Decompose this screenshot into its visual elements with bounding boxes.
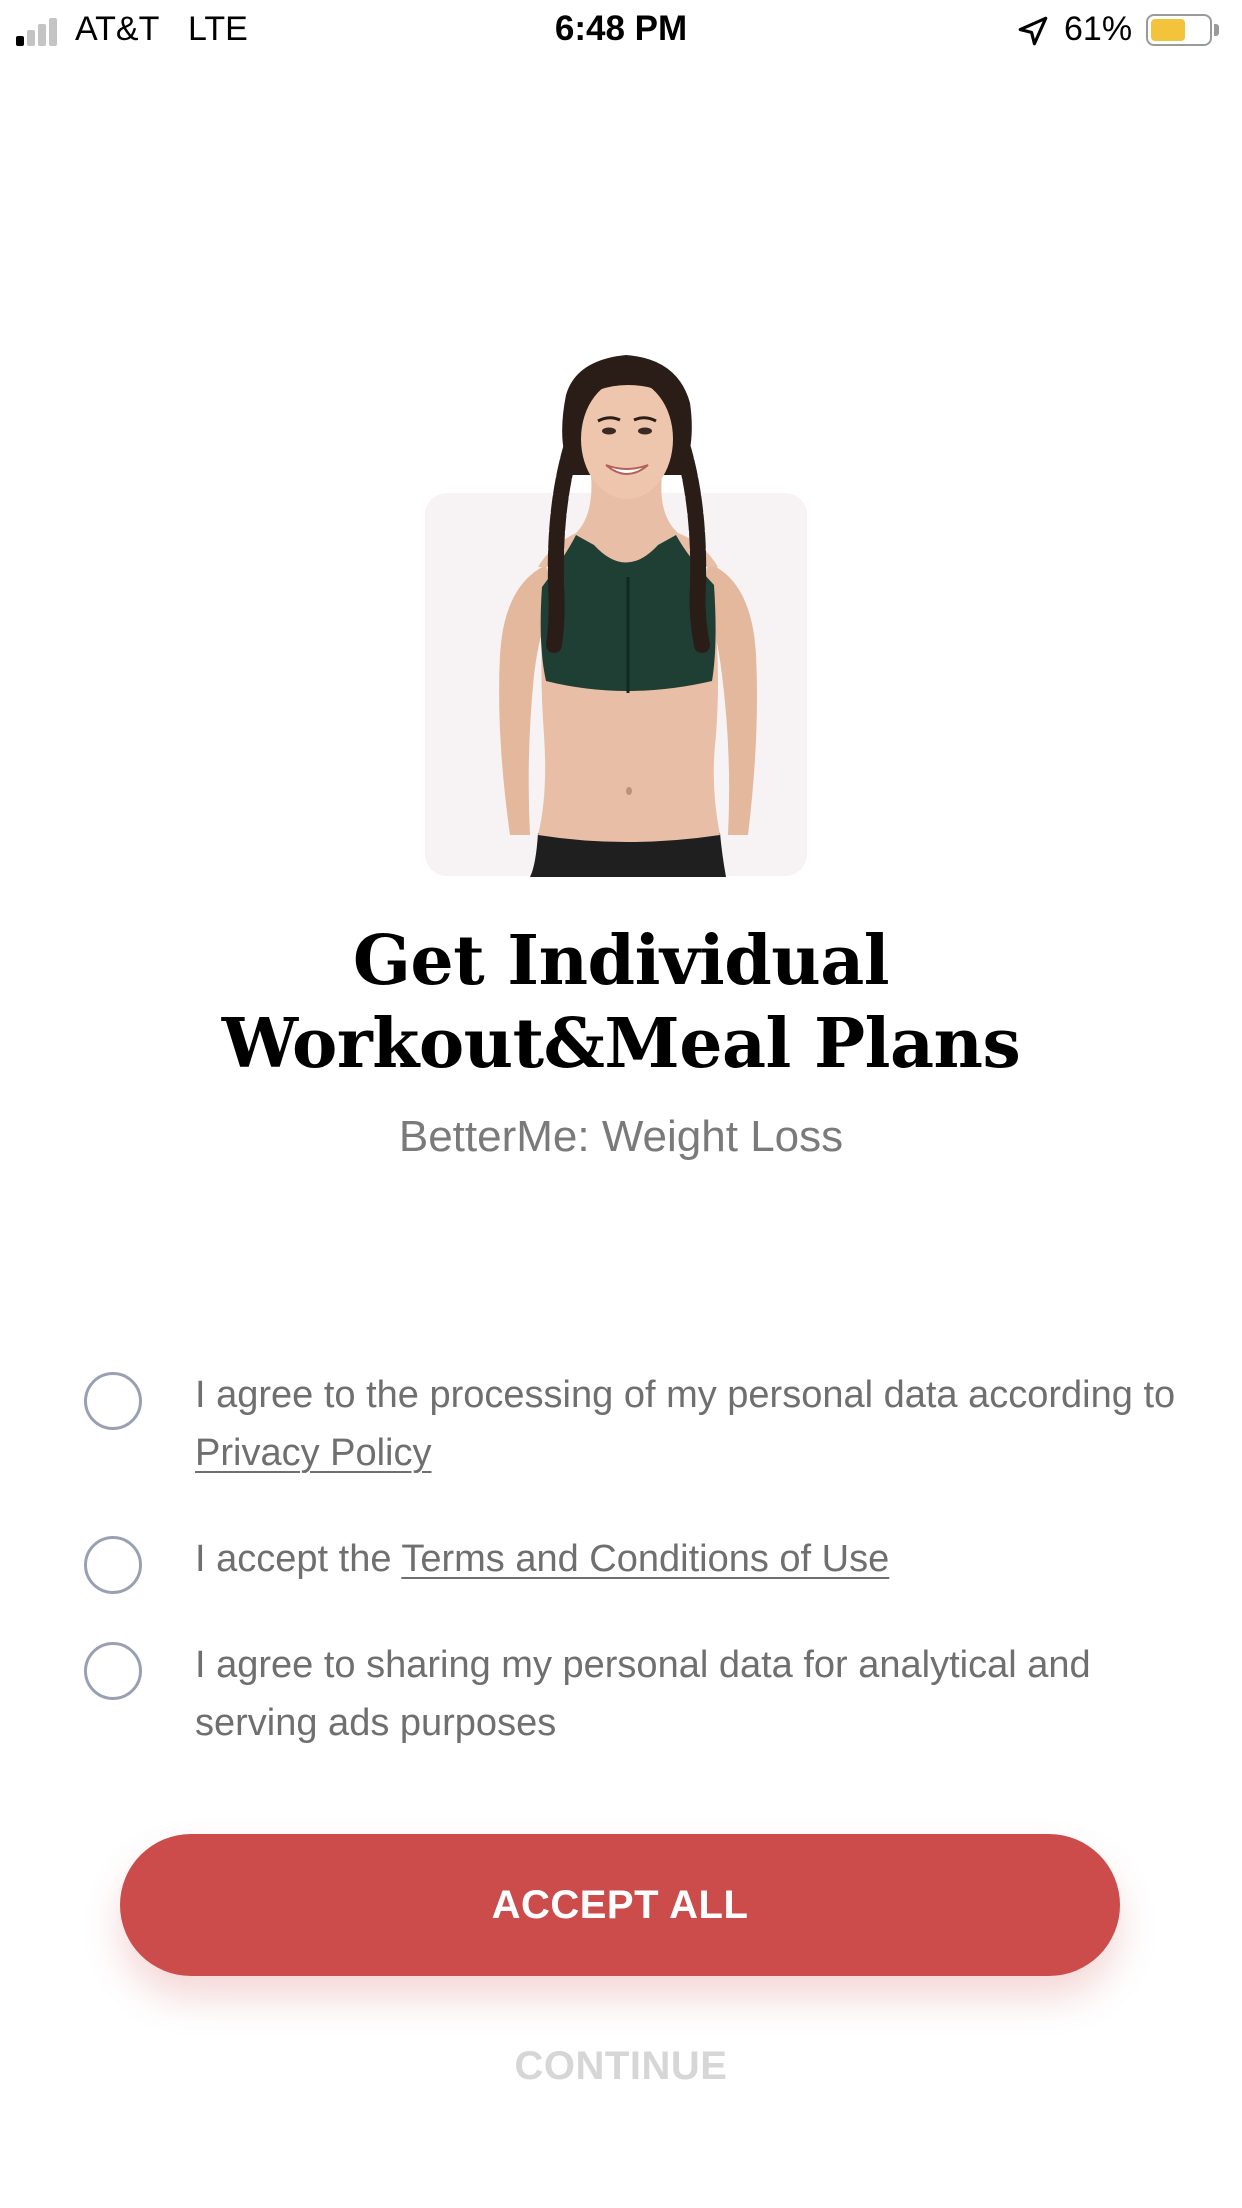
consent-ads-radio[interactable] bbox=[84, 1642, 142, 1700]
continue-button[interactable]: CONTINUE bbox=[0, 2044, 1242, 2089]
page-title-line-2: Workout&Meal Plans bbox=[221, 1004, 1021, 1084]
battery-level bbox=[1151, 19, 1185, 41]
battery-tip bbox=[1214, 24, 1219, 36]
battery-icon bbox=[1146, 14, 1212, 46]
consent-terms-label: I accept the bbox=[195, 1538, 402, 1580]
location-arrow-icon bbox=[1018, 16, 1048, 46]
page-title: Get Individual Workout&Meal Plans bbox=[100, 920, 1142, 1086]
page-title-line-1: Get Individual bbox=[352, 921, 890, 1001]
status-bar: AT&T LTE 6:48 PM 61% bbox=[0, 0, 1242, 60]
consent-ads-label: I agree to sharing my personal data for … bbox=[195, 1644, 1091, 1744]
privacy-policy-link[interactable]: Privacy Policy bbox=[195, 1432, 432, 1474]
consent-terms-radio[interactable] bbox=[84, 1536, 142, 1594]
consent-ads-text: I agree to sharing my personal data for … bbox=[195, 1636, 1185, 1752]
hero-image bbox=[499, 355, 757, 877]
consent-terms-text: I accept the Terms and Conditions of Use bbox=[195, 1530, 1185, 1588]
app-name-subtitle: BetterMe: Weight Loss bbox=[398, 1112, 844, 1161]
terms-of-use-link[interactable]: Terms and Conditions of Use bbox=[401, 1538, 889, 1580]
consent-privacy-label: I agree to the processing of my personal… bbox=[195, 1374, 1176, 1416]
status-clock: 6:48 PM bbox=[554, 9, 688, 48]
accept-all-button[interactable]: ACCEPT ALL bbox=[120, 1834, 1120, 1976]
battery-percent: 61% bbox=[1064, 10, 1133, 48]
consent-privacy-radio[interactable] bbox=[84, 1372, 142, 1430]
consent-privacy-text: I agree to the processing of my personal… bbox=[195, 1366, 1185, 1482]
